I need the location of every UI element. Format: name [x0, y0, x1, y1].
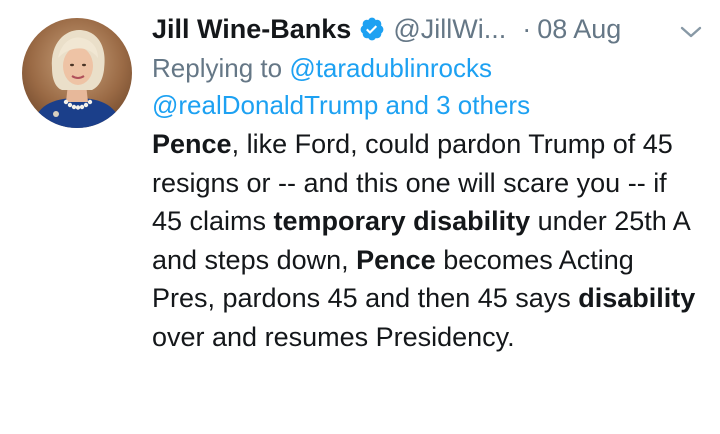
tweet-body: Pence, like Ford, could pardon Trump of … — [152, 125, 704, 356]
author-handle[interactable]: @JillWi... — [393, 8, 506, 50]
replying-to-others: @realDonaldTrump and 3 others — [152, 87, 704, 124]
replying-to: Replying to @taradublinrocks — [152, 50, 704, 87]
separator-dot: · — [522, 14, 532, 44]
reply-mention-realdonaldtrump[interactable]: @realDonaldTrump and 3 others — [152, 90, 530, 120]
body-segment: Pence — [356, 244, 436, 275]
body-segment: temporary disability — [273, 206, 531, 236]
author-name[interactable]: Jill Wine-Banks — [152, 8, 351, 50]
avatar[interactable] — [22, 18, 132, 128]
avatar-image — [22, 18, 132, 128]
body-segment: disability — [578, 283, 696, 313]
body-segment: over and resumes Presidency. — [152, 321, 515, 352]
chevron-down-icon[interactable] — [678, 22, 704, 42]
tweet-header: Jill Wine-Banks @JillWi... · 08 Aug — [152, 8, 704, 50]
tweet-date[interactable]: 08 Aug — [537, 8, 621, 50]
tweet: Jill Wine-Banks @JillWi... · 08 Aug Repl… — [0, 0, 720, 434]
reply-mention-taradublinrocks[interactable]: @taradublinrocks — [289, 53, 492, 83]
tweet-content: Jill Wine-Banks @JillWi... · 08 Aug Repl… — [152, 8, 704, 356]
body-segment: Pence — [152, 129, 232, 159]
replying-prefix: Replying to — [152, 53, 283, 83]
verified-badge-icon — [360, 17, 384, 41]
